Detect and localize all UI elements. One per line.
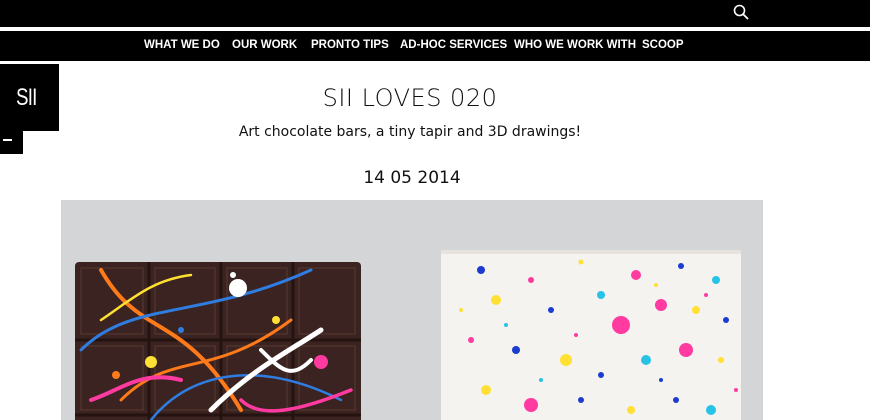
nav-our-work[interactable]: OUR WORK [232,39,297,51]
nav-pronto-tips[interactable]: PRONTO TIPS [311,39,389,51]
nav-scoop[interactable]: SCOOP [642,39,684,51]
nav-ad-hoc-services[interactable]: AD-HOC SERVICES [400,39,507,51]
nav-who-we-work-with[interactable]: WHO WE WORK WITH [514,39,636,51]
top-bar: FACEBOOK LINKEDIN PINTEREST TWITTER GOOG… [0,0,870,27]
page-subtitle: Art chocolate bars, a tiny tapir and 3D … [238,124,582,140]
post-date: 14 05 2014 [363,168,461,188]
top-nav-facebook[interactable]: FACEBOOK [0,0,88,17]
article-photo [61,200,763,420]
white-chocolate-bar [441,250,741,420]
top-nav-googleplus[interactable]: GOOGLE+ [340,0,419,17]
main-nav: WHAT WE DO OUR WORK PRONTO TIPS AD-HOC S… [0,31,870,61]
dark-chocolate-bar [75,262,361,420]
search-icon[interactable] [733,4,749,20]
nav-what-we-do[interactable]: WHAT WE DO [144,39,220,51]
top-nav-pinterest[interactable]: PINTEREST [171,0,261,17]
top-nav-login[interactable]: LOGIN [652,0,702,17]
top-nav-get-in-touch[interactable]: GET IN TOUCH [423,0,537,17]
page-title: SII LOVES 020 [322,84,498,112]
top-nav-chat-online[interactable]: CHAT ONLINE [541,0,647,17]
chocolate-bars-image [75,250,741,420]
top-nav-twitter[interactable]: TWITTER [264,0,335,17]
top-nav-linkedin[interactable]: LINKEDIN [92,0,166,17]
